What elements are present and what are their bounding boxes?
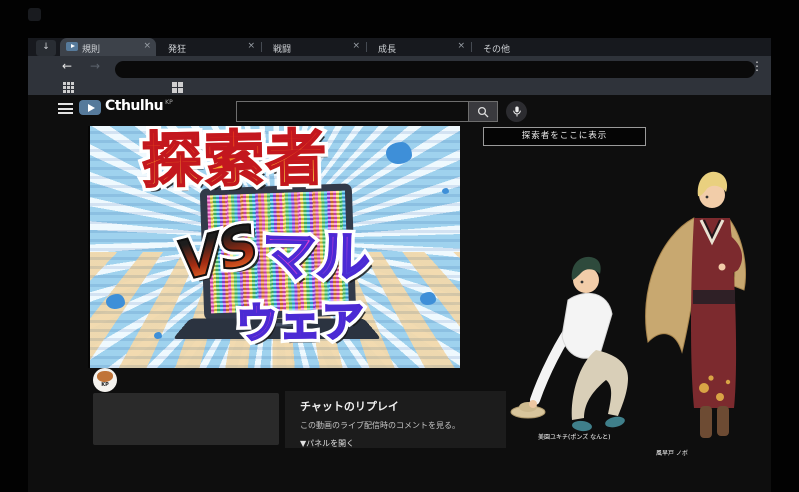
mic-button[interactable] <box>506 101 527 122</box>
paint-splat <box>154 332 162 339</box>
tab-label: その他 <box>483 45 511 55</box>
menu-kebab-icon[interactable]: ⋮ <box>751 59 763 73</box>
tab-label: 戦闘 <box>273 45 292 55</box>
logo-text: Cthulhu <box>105 98 164 114</box>
url-bar[interactable] <box>115 61 755 78</box>
tab-divider <box>366 42 367 52</box>
tab-growth[interactable]: 成長 × <box>368 38 470 56</box>
open-panel-toggle[interactable]: ▼パネルを開く <box>300 438 506 449</box>
play-favicon-icon <box>66 42 78 51</box>
close-icon[interactable]: × <box>247 41 255 51</box>
tab-others[interactable]: その他 <box>473 38 573 56</box>
site-logo[interactable]: Cthulhu KP <box>79 98 173 115</box>
search-area <box>236 101 527 122</box>
window-button[interactable] <box>28 8 41 21</box>
channel-avatar[interactable]: KP <box>93 368 117 392</box>
play-logo-icon <box>79 100 101 115</box>
tab-label: 規則 <box>82 45 101 55</box>
thumbnail-title-line2: マルマル <box>257 220 375 294</box>
close-icon[interactable]: × <box>143 41 151 51</box>
down-arrow-icon: ↓ <box>42 42 50 52</box>
apps-grid-icon[interactable] <box>63 82 74 93</box>
tab-search-button[interactable]: ↓ <box>36 40 56 56</box>
search-input[interactable] <box>236 101 468 122</box>
caption-left-investigator: 美園ユキチ(ポンズ なんと) <box>538 434 611 441</box>
tab-combat[interactable]: 戦闘 × <box>263 38 365 56</box>
close-icon[interactable]: × <box>457 41 465 51</box>
video-page: Cthulhu KP 探索者をここに表示 探索者 VS マル ウェア KP チャ… <box>28 95 771 492</box>
tab-label: 成長 <box>378 45 397 55</box>
bookmarks-grid-icon[interactable] <box>172 82 183 93</box>
thumbnail-title-line3: ウェアウェア <box>231 292 370 352</box>
caption-right-investigator: 風早戸 ノボ <box>656 450 688 457</box>
paint-splat <box>386 142 412 164</box>
tab-insanity[interactable]: 発狂 × <box>158 38 260 56</box>
thumbnail-title-line1: 探索者探索者 <box>137 126 333 201</box>
browser-nav-bar: ← → ⋮ <box>28 56 771 95</box>
hamburger-menu-icon[interactable] <box>58 103 73 114</box>
chat-replay-title: チャットのリプレイ <box>300 400 399 413</box>
tab-label: 発狂 <box>168 45 187 55</box>
investigator-left <box>510 256 628 432</box>
forward-button[interactable]: → <box>90 59 100 73</box>
video-thumbnail[interactable]: 探索者探索者 VSVS マルマル ウェアウェア <box>88 126 460 368</box>
tab-divider <box>471 42 472 52</box>
screen: ↓ 規則 × 発狂 × 戦闘 × 成長 × その他 ← → ⋮ Cthulhu … <box>0 0 799 492</box>
paint-splat <box>106 294 125 309</box>
paint-splat <box>420 292 436 305</box>
search-button[interactable] <box>468 101 498 122</box>
chat-replay-description: この動画のライブ配信時のコメントを見る。 <box>300 421 460 430</box>
back-button[interactable]: ← <box>62 59 72 73</box>
avatar-label: KP <box>101 382 109 388</box>
investigator-illustrations <box>510 171 746 438</box>
mic-icon <box>512 106 521 117</box>
tab-bar: ↓ 規則 × 発狂 × 戦闘 × 成長 × その他 <box>28 38 771 56</box>
search-icon <box>477 106 489 117</box>
tab-divider <box>261 42 262 52</box>
paint-splat <box>442 188 449 194</box>
investigator-right <box>645 171 746 438</box>
close-icon[interactable]: × <box>352 41 360 51</box>
tab-rules[interactable]: 規則 × <box>60 38 156 56</box>
avatar-creature-icon <box>97 371 113 382</box>
video-info-placeholder <box>93 393 279 445</box>
chat-replay-panel: チャットのリプレイ この動画のライブ配信時のコメントを見る。 ▼パネルを開く <box>285 391 506 448</box>
logo-region-badge: KP <box>165 99 173 106</box>
